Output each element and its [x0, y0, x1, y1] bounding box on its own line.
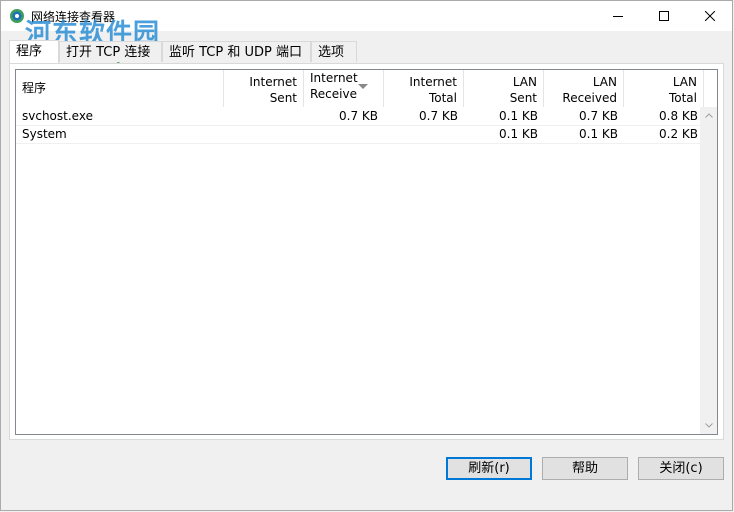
vertical-scrollbar[interactable]	[700, 107, 717, 434]
col-header-label: 程序	[22, 81, 47, 95]
cell-lan-total: 0.8 KB	[659, 109, 698, 123]
refresh-button[interactable]: 刷新(r)	[446, 457, 532, 480]
col-header-line1: LAN	[672, 75, 697, 89]
chevron-up-icon	[704, 113, 713, 118]
cell-program: System	[22, 127, 67, 141]
program-list[interactable]: 程序 Internet Sent Internet Receive Intern…	[15, 69, 718, 435]
col-header-line2: Sent	[269, 91, 297, 105]
tab-open-tcp[interactable]: 打开 TCP 连接	[59, 41, 162, 62]
cell-lan-sent: 0.1 KB	[499, 127, 538, 141]
col-header-line2: Total	[428, 91, 457, 105]
col-header-line1: Internet	[249, 75, 297, 89]
close-button[interactable]	[687, 1, 733, 31]
app-icon	[10, 9, 24, 23]
col-header-lan-received[interactable]: LAN Received	[544, 70, 624, 107]
col-header-line1: LAN	[512, 75, 537, 89]
list-header: 程序 Internet Sent Internet Receive Intern…	[16, 70, 704, 107]
table-row[interactable]: svchost.exe 0.7 KB 0.7 KB 0.1 KB 0.7 KB …	[16, 107, 702, 126]
cell-lan-sent: 0.1 KB	[499, 109, 538, 123]
cell-internet-sent	[224, 125, 304, 143]
minimize-icon	[613, 16, 623, 17]
col-header-line2: Total	[668, 91, 697, 105]
tab-programs[interactable]: 程序	[9, 40, 59, 63]
cell-internet-receive: 0.7 KB	[339, 109, 378, 123]
scroll-up-button[interactable]	[700, 107, 717, 124]
title-bar[interactable]: 网络连接查看器 河东软件园 www.pc0359.cn	[1, 1, 733, 65]
col-header-line1: Internet	[409, 75, 457, 89]
tab-listen-ports[interactable]: 监听 TCP 和 UDP 端口	[162, 41, 311, 62]
cell-internet-receive	[304, 125, 384, 143]
close-dialog-button[interactable]: 关闭(c)	[638, 457, 724, 480]
cell-internet-total	[384, 125, 464, 143]
col-header-internet-receive[interactable]: Internet Receive	[304, 70, 384, 107]
maximize-button[interactable]	[641, 1, 687, 31]
cell-internet-total: 0.7 KB	[419, 109, 458, 123]
app-window: 网络连接查看器 河东软件园 www.pc0359.cn 程序 打开 TCP 连接…	[0, 0, 733, 511]
col-header-program[interactable]: 程序	[16, 70, 224, 107]
tab-options[interactable]: 选项	[311, 41, 357, 62]
tab-panel-programs: 程序 Internet Sent Internet Receive Intern…	[9, 63, 724, 440]
cell-lan-total: 0.2 KB	[659, 127, 698, 141]
maximize-icon	[659, 11, 669, 21]
scroll-down-button[interactable]	[700, 417, 717, 434]
col-header-internet-total[interactable]: Internet Total	[384, 70, 464, 107]
cell-lan-received: 0.1 KB	[579, 127, 618, 141]
cell-lan-received: 0.7 KB	[579, 109, 618, 123]
col-header-line2: Received	[562, 91, 617, 105]
table-row[interactable]: System 0.1 KB 0.1 KB 0.2 KB	[16, 125, 702, 144]
cell-program: svchost.exe	[22, 109, 93, 123]
chevron-down-icon	[704, 423, 713, 428]
cell-internet-sent	[224, 107, 304, 125]
close-icon	[705, 11, 715, 21]
col-header-internet-sent[interactable]: Internet Sent	[224, 70, 304, 107]
sort-descending-icon	[358, 84, 368, 89]
minimize-button[interactable]	[595, 1, 641, 31]
col-header-line1: LAN	[592, 75, 617, 89]
help-button[interactable]: 帮助	[542, 457, 628, 480]
col-header-lan-total[interactable]: LAN Total	[624, 70, 704, 107]
col-header-line2: Sent	[509, 91, 537, 105]
col-header-lan-sent[interactable]: LAN Sent	[464, 70, 544, 107]
window-title: 网络连接查看器	[31, 10, 116, 24]
